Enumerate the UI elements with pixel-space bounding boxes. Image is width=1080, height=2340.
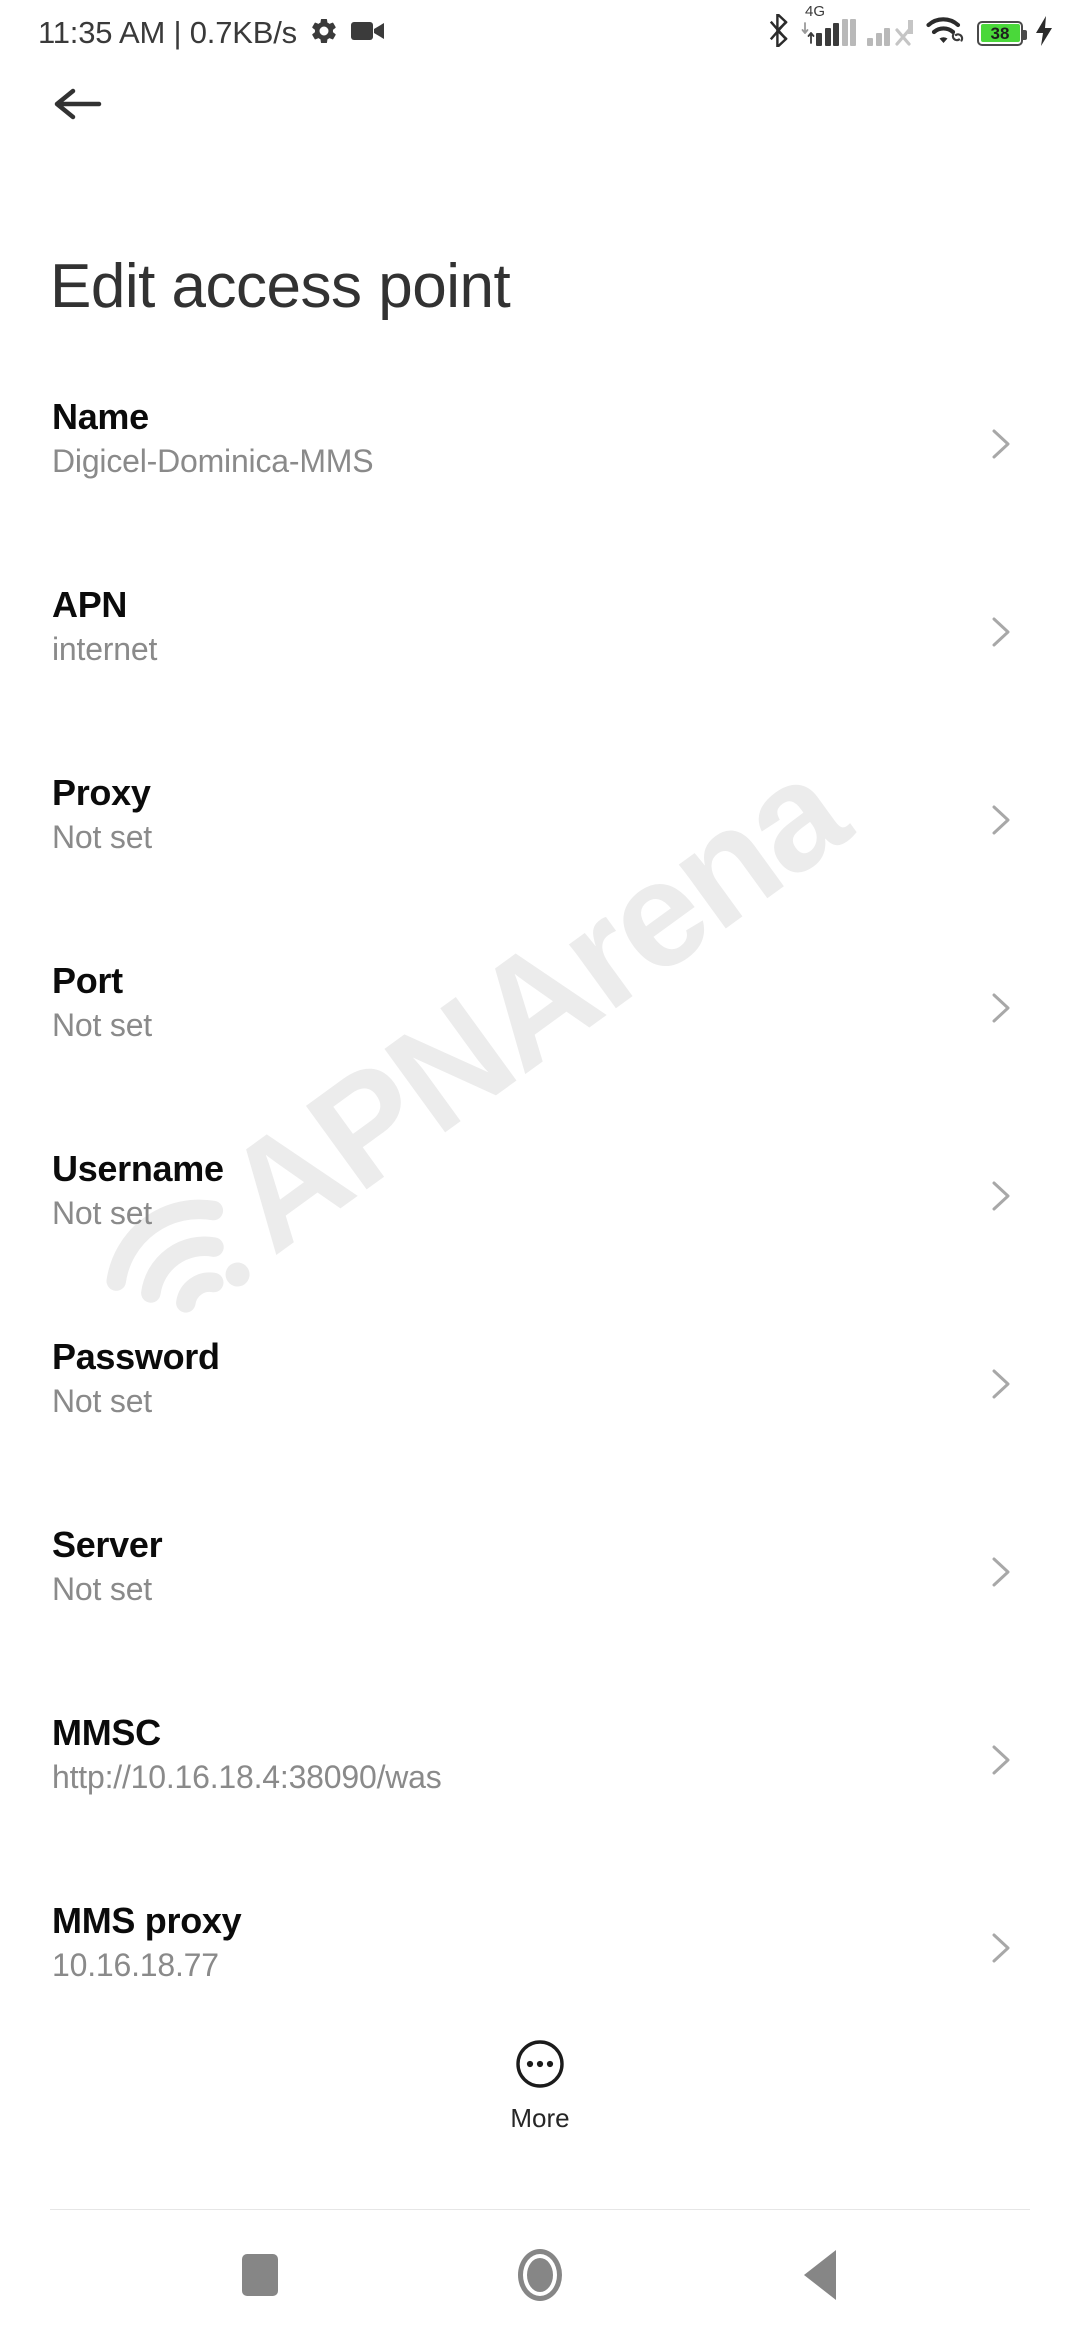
- chevron-right-icon: [984, 1555, 1018, 1589]
- row-value: 10.16.18.77: [52, 1947, 219, 1984]
- setting-row-username[interactable]: Username Not set: [0, 1117, 1080, 1305]
- setting-row-proxy[interactable]: Proxy Not set: [0, 741, 1080, 929]
- bluetooth-icon: [767, 12, 790, 52]
- sim1-network-label: 4G: [805, 3, 826, 20]
- status-clock: 11:35 AM | 0.7KB/s: [38, 15, 297, 50]
- row-title: Server: [52, 1524, 163, 1565]
- chevron-right-icon: [984, 1179, 1018, 1213]
- battery-icon: 38: [977, 20, 1027, 46]
- setting-row-apn[interactable]: APN internet: [0, 553, 1080, 741]
- row-value: Not set: [52, 1195, 152, 1232]
- status-bar-left: 11:35 AM | 0.7KB/s: [38, 15, 385, 51]
- more-circle-icon: [514, 2038, 566, 2095]
- row-text: Port Not set: [52, 960, 152, 1044]
- gear-icon: [309, 16, 339, 51]
- row-text: APN internet: [52, 584, 157, 668]
- phone-screen: 11:35 AM | 0.7KB/s 4G 38 APNArena Edit a…: [0, 0, 1080, 2340]
- setting-row-port[interactable]: Port Not set: [0, 929, 1080, 1117]
- sim1-signal-icon: 4G: [801, 4, 856, 46]
- setting-row-mms-proxy[interactable]: MMS proxy 10.16.18.77: [0, 1869, 1080, 2057]
- row-text: Username Not set: [52, 1148, 224, 1232]
- row-text: MMS proxy 10.16.18.77: [52, 1900, 242, 1984]
- back-triangle-icon: [804, 2250, 836, 2300]
- back-button[interactable]: [40, 68, 116, 144]
- home-button[interactable]: [485, 2220, 595, 2330]
- row-value: Not set: [52, 819, 152, 856]
- row-value: Not set: [52, 1007, 152, 1044]
- row-title: Port: [52, 960, 123, 1001]
- setting-row-name[interactable]: Name Digicel-Dominica-MMS: [0, 365, 1080, 553]
- row-title: Password: [52, 1336, 220, 1377]
- row-value: Not set: [52, 1383, 152, 1420]
- chevron-right-icon: [984, 615, 1018, 649]
- chevron-right-icon: [984, 991, 1018, 1025]
- row-title: MMSC: [52, 1712, 161, 1753]
- row-title: Name: [52, 396, 149, 437]
- recents-button[interactable]: [205, 2220, 315, 2330]
- sim2-signal-no-service-icon: [867, 20, 915, 46]
- row-text: Server Not set: [52, 1524, 163, 1608]
- row-value: http://10.16.18.4:38090/was: [52, 1759, 442, 1796]
- row-title: Proxy: [52, 772, 151, 813]
- android-navigation-bar: [0, 2210, 1080, 2340]
- chevron-right-icon: [984, 803, 1018, 837]
- row-title: Username: [52, 1148, 224, 1189]
- row-text: Password Not set: [52, 1336, 220, 1420]
- row-text: Proxy Not set: [52, 772, 152, 856]
- row-value: Not set: [52, 1571, 152, 1608]
- sim1-bars: [816, 19, 856, 46]
- charging-bolt-icon: [1034, 15, 1054, 51]
- back-arrow-icon: [53, 84, 103, 129]
- more-button-label: More: [510, 2103, 570, 2133]
- more-button[interactable]: More: [0, 2038, 1080, 2131]
- wifi-icon: [926, 16, 966, 51]
- row-value: Digicel-Dominica-MMS: [52, 443, 374, 480]
- battery-level: 38: [990, 23, 1010, 43]
- row-text: Name Digicel-Dominica-MMS: [52, 396, 374, 480]
- video-camera-icon: [350, 18, 385, 49]
- setting-row-server[interactable]: Server Not set: [0, 1493, 1080, 1681]
- chevron-right-icon: [984, 1367, 1018, 1401]
- data-arrows-icon: [801, 21, 815, 45]
- setting-row-mmsc[interactable]: MMSC http://10.16.18.4:38090/was: [0, 1681, 1080, 1869]
- home-circle-icon: [518, 2249, 562, 2301]
- status-bar: 11:35 AM | 0.7KB/s 4G 38: [0, 0, 1080, 66]
- page-title: Edit access point: [50, 252, 511, 321]
- chevron-right-icon: [984, 1931, 1018, 1965]
- back-button-nav[interactable]: [765, 2220, 875, 2330]
- row-text: MMSC http://10.16.18.4:38090/was: [52, 1712, 442, 1796]
- access-point-settings-list: Name Digicel-Dominica-MMS APN internet P…: [0, 365, 1080, 2057]
- row-value: internet: [52, 631, 158, 668]
- recents-square-icon: [242, 2254, 278, 2296]
- chevron-right-icon: [984, 427, 1018, 461]
- row-title: MMS proxy: [52, 1900, 242, 1941]
- status-bar-right: 4G 38: [767, 4, 1054, 52]
- row-title: APN: [52, 584, 128, 625]
- setting-row-password[interactable]: Password Not set: [0, 1305, 1080, 1493]
- sim2-bars: [867, 20, 890, 46]
- chevron-right-icon: [984, 1743, 1018, 1777]
